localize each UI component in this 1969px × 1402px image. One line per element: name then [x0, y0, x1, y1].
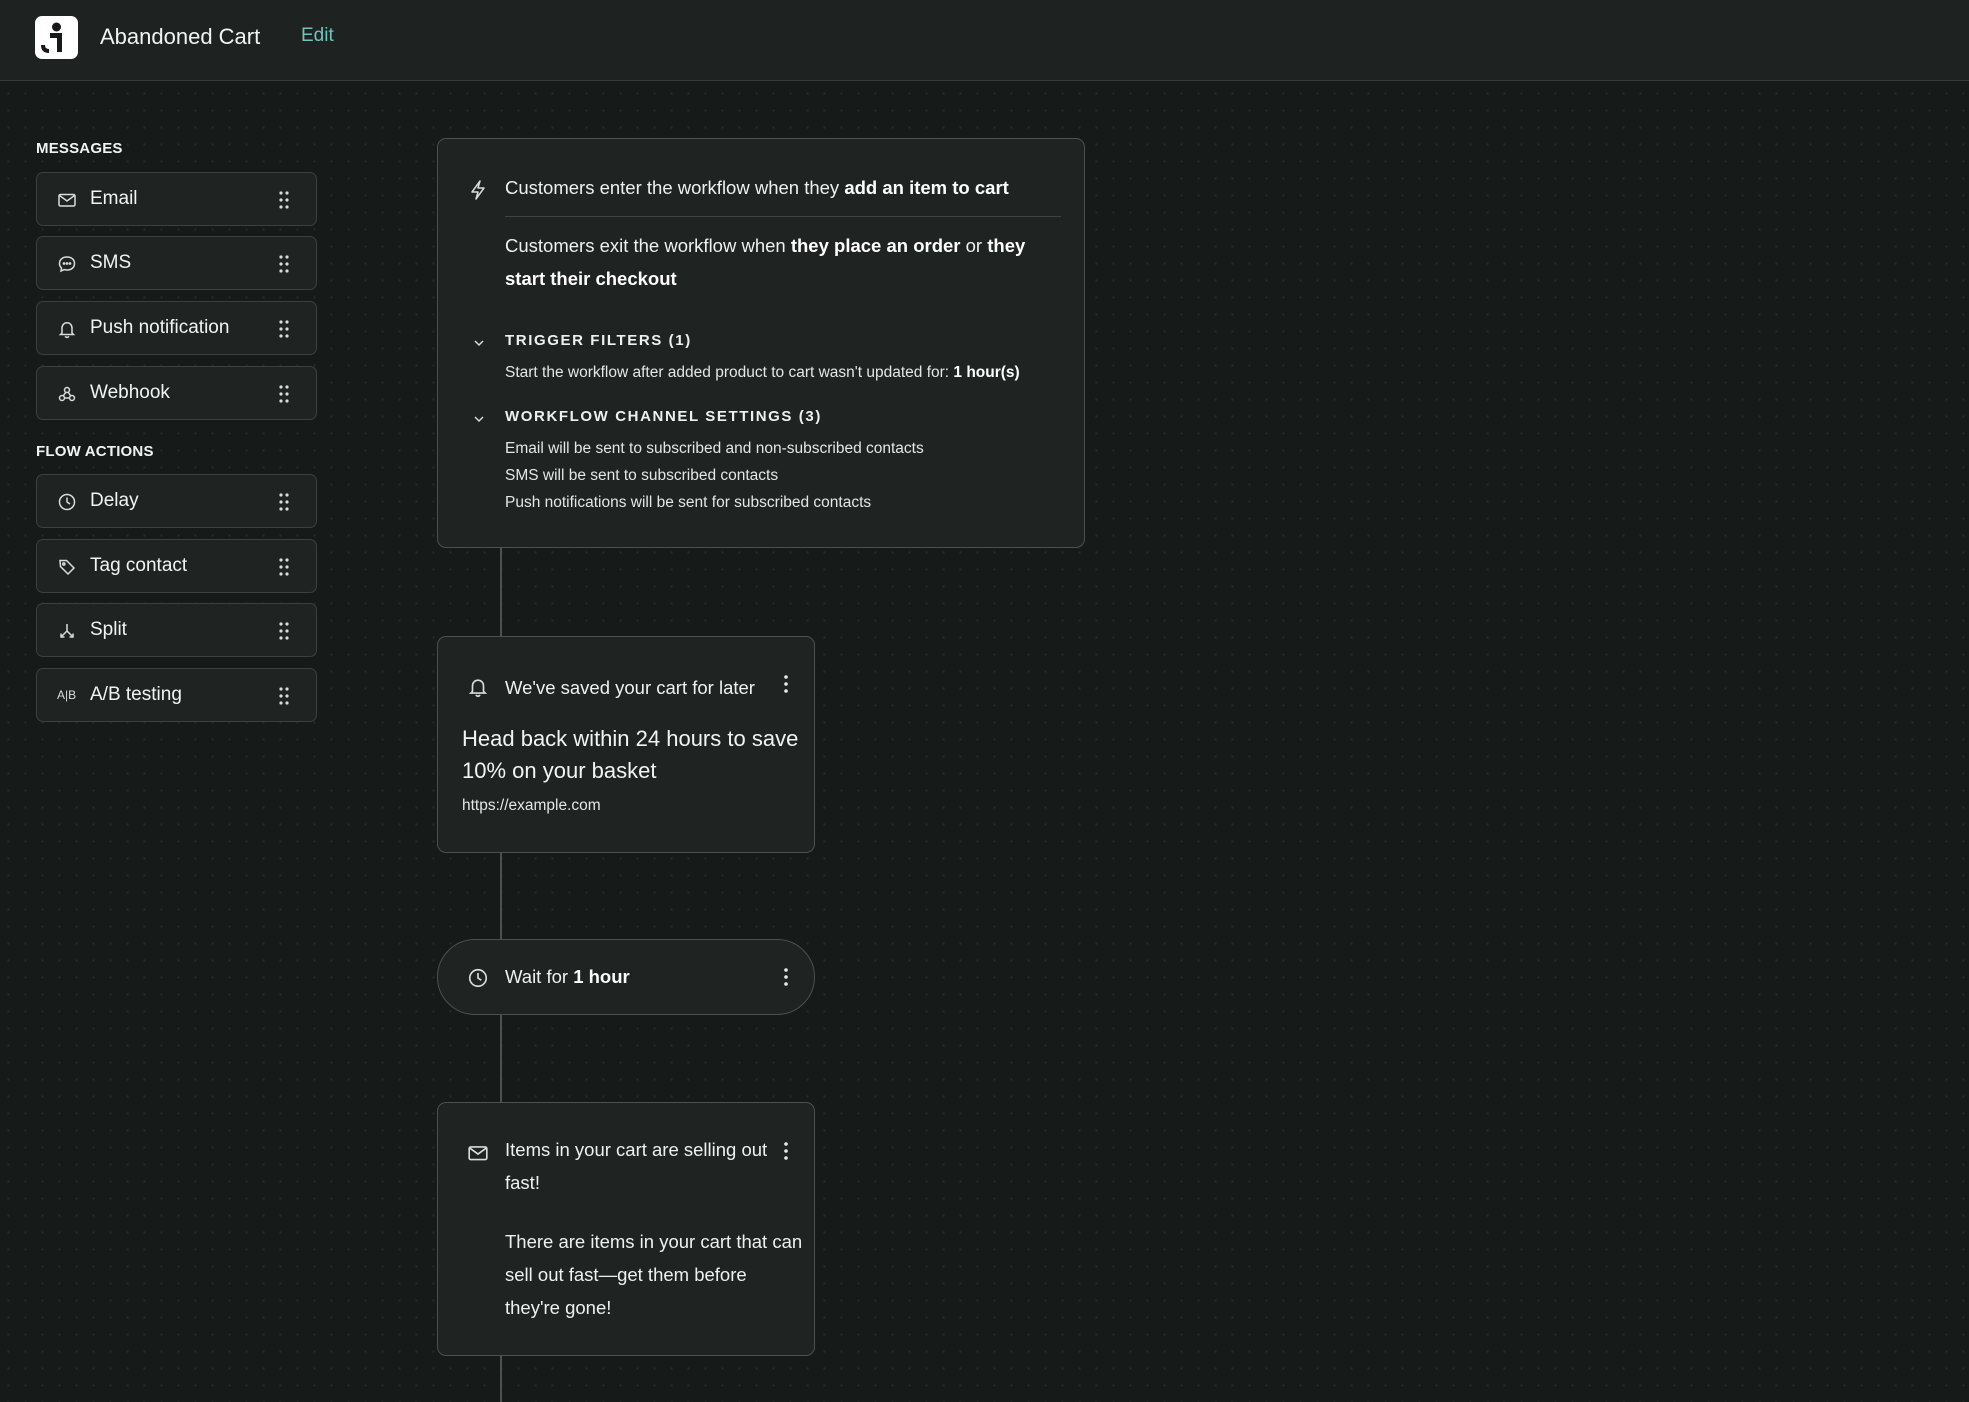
step-title: We've saved your cart for later — [505, 677, 755, 698]
flow-connector — [500, 1356, 502, 1402]
top-bar: Abandoned Cart Edit — [0, 0, 1969, 81]
palette-item-delay[interactable]: Delay — [36, 474, 317, 528]
drag-handle-icon[interactable] — [277, 384, 291, 404]
drag-handle-icon[interactable] — [277, 254, 291, 274]
lightning-icon — [468, 179, 488, 201]
more-options-icon[interactable] — [783, 1141, 789, 1161]
chevron-down-icon[interactable] — [472, 412, 486, 426]
drag-handle-icon[interactable] — [277, 319, 291, 339]
chat-bubble-icon — [57, 254, 77, 274]
palette-item-email[interactable]: Email — [36, 172, 317, 226]
ab-icon: A|B — [57, 688, 77, 702]
palette-item-label: Push notification — [90, 317, 230, 338]
messages-heading: MESSAGES — [36, 140, 123, 157]
envelope-icon — [57, 190, 77, 210]
palette-item-ab-testing[interactable]: A|B A/B testing — [36, 668, 317, 722]
drag-handle-icon[interactable] — [277, 557, 291, 577]
palette-item-label: SMS — [90, 252, 132, 273]
palette-item-label: A/B testing — [90, 684, 182, 705]
drag-handle-icon[interactable] — [277, 190, 291, 210]
drag-handle-icon[interactable] — [277, 686, 291, 706]
step-title: Items in your cart are selling out fast! — [505, 1139, 768, 1193]
palette-item-webhook[interactable]: Webhook — [36, 366, 317, 420]
more-options-icon[interactable] — [783, 967, 789, 987]
step-body: There are items in your cart that can se… — [505, 1231, 803, 1318]
trigger-filters-heading[interactable]: TRIGGER FILTERS (1) — [505, 332, 692, 349]
step-body: Head back within 24 hours to save 10% on… — [462, 726, 799, 783]
envelope-icon — [467, 1142, 489, 1164]
palette-item-label: Email — [90, 188, 138, 209]
palette-item-push-notification[interactable]: Push notification — [36, 301, 317, 355]
channel-setting-line: Email will be sent to subscribed and non… — [505, 440, 924, 457]
drag-handle-icon[interactable] — [277, 492, 291, 512]
palette-item-label: Delay — [90, 490, 139, 511]
divider — [505, 216, 1061, 217]
trigger-enter-text: Customers enter the workflow when they a… — [505, 177, 1009, 198]
clock-icon — [467, 967, 489, 989]
palette-item-split[interactable]: Split — [36, 603, 317, 657]
palette-item-label: Tag contact — [90, 555, 188, 576]
bell-icon — [467, 676, 489, 698]
channel-settings-heading[interactable]: WORKFLOW CHANNEL SETTINGS (3) — [505, 408, 822, 425]
palette-item-sms[interactable]: SMS — [36, 236, 317, 290]
app-logo — [35, 16, 78, 59]
delay-text: Wait for 1 hour — [505, 966, 630, 987]
edit-title-link[interactable]: Edit — [301, 25, 334, 47]
flow-connector — [500, 1015, 502, 1102]
clock-icon — [57, 492, 77, 512]
delay-step-card[interactable]: Wait for 1 hour — [437, 939, 815, 1015]
email-step-card[interactable]: Items in your cart are selling out fast!… — [437, 1102, 815, 1356]
split-icon — [57, 621, 77, 641]
more-options-icon[interactable] — [783, 674, 789, 694]
trigger-exit-text: Customers exit the workflow when they pl… — [505, 235, 1026, 289]
drag-handle-icon[interactable] — [277, 621, 291, 641]
webhook-icon — [57, 384, 77, 404]
step-url: https://example.com — [462, 797, 601, 814]
bell-icon — [57, 319, 77, 339]
channel-setting-line: Push notifications will be sent for subs… — [505, 494, 872, 511]
palette-item-tag-contact[interactable]: Tag contact — [36, 539, 317, 593]
trigger-card[interactable]: Customers enter the workflow when they a… — [437, 138, 1085, 548]
flow-connector — [500, 548, 502, 636]
tag-icon — [57, 557, 77, 577]
workflow-title: Abandoned Cart — [100, 24, 261, 49]
palette-item-label: Webhook — [90, 382, 170, 403]
flow-actions-heading: FLOW ACTIONS — [36, 443, 154, 460]
trigger-filters-text: Start the workflow after added product t… — [505, 364, 1020, 381]
chevron-down-icon[interactable] — [472, 336, 486, 350]
channel-setting-line: SMS will be sent to subscribed contacts — [505, 467, 779, 484]
push-notification-step-card[interactable]: We've saved your cart for later Head bac… — [437, 636, 815, 853]
flow-connector — [500, 853, 502, 939]
palette-item-label: Split — [90, 619, 127, 640]
